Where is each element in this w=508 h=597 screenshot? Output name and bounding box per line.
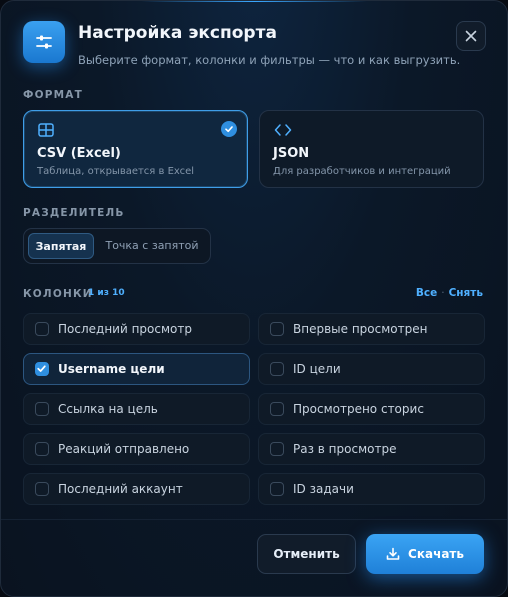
column-option[interactable]: Последний просмотр xyxy=(23,313,250,345)
checkbox-icon[interactable] xyxy=(270,402,284,416)
close-button[interactable] xyxy=(456,21,486,51)
format-section-label: ФОРМАТ xyxy=(23,89,83,101)
clear-all-link[interactable]: Снять xyxy=(449,287,483,299)
table-icon xyxy=(38,123,54,137)
download-icon xyxy=(386,547,400,560)
checkbox-icon[interactable] xyxy=(270,322,284,336)
checkbox-checked-icon[interactable] xyxy=(35,362,49,376)
download-button-label: Скачать xyxy=(408,547,464,561)
checkbox-icon[interactable] xyxy=(35,402,49,416)
columns-counter-badge: 1 из 10 xyxy=(88,288,125,298)
format-option-desc: Таблица, открывается в Excel xyxy=(37,166,195,177)
checkbox-icon[interactable] xyxy=(35,322,49,336)
checkbox-icon[interactable] xyxy=(270,442,284,456)
column-option-label: Просмотрено сторис xyxy=(293,402,424,416)
column-option-label: Реакций отправлено xyxy=(58,442,190,456)
column-option-label: Впервые просмотрен xyxy=(293,322,428,336)
checkbox-icon[interactable] xyxy=(35,482,49,496)
column-option-label: Последний аккаунт xyxy=(58,482,183,496)
cancel-button[interactable]: Отменить xyxy=(257,534,356,574)
separator-section-label: РАЗДЕЛИТЕЛЬ xyxy=(23,207,125,219)
code-icon xyxy=(274,124,292,136)
format-option-json[interactable]: JSON Для разработчиков и интеграций xyxy=(259,110,484,188)
column-option[interactable]: Username цели xyxy=(23,353,250,385)
separator-dot: · xyxy=(441,287,445,299)
footer-divider xyxy=(1,519,507,520)
separator-selector: Запятая Точка с запятой xyxy=(23,228,211,264)
column-option[interactable]: ID задачи xyxy=(258,473,485,505)
checkbox-icon[interactable] xyxy=(270,482,284,496)
column-option[interactable]: ID цели xyxy=(258,353,485,385)
format-option-name: JSON xyxy=(273,146,310,161)
format-option-desc: Для разработчиков и интеграций xyxy=(273,166,451,177)
column-option[interactable]: Впервые просмотрен xyxy=(258,313,485,345)
columns-section-label: КОЛОНКИ xyxy=(23,288,93,300)
top-glow-line xyxy=(141,1,367,2)
format-option-csv[interactable]: CSV (Excel) Таблица, открывается в Excel xyxy=(23,110,248,188)
checkbox-icon[interactable] xyxy=(35,442,49,456)
column-option-label: ID задачи xyxy=(293,482,354,496)
column-option[interactable]: Последний аккаунт xyxy=(23,473,250,505)
column-option-label: ID цели xyxy=(293,362,341,376)
selected-check-icon xyxy=(221,121,237,137)
column-option-label: Ссылка на цель xyxy=(58,402,158,416)
column-option-label: Username цели xyxy=(58,362,165,376)
format-option-name: CSV (Excel) xyxy=(37,146,121,161)
column-option[interactable]: Раз в просмотре xyxy=(258,433,485,465)
column-option-label: Последний просмотр xyxy=(58,322,192,336)
columns-actions: Все · Снять xyxy=(416,287,483,299)
column-option-label: Раз в просмотре xyxy=(293,442,397,456)
checkbox-icon[interactable] xyxy=(270,362,284,376)
select-all-link[interactable]: Все xyxy=(416,287,437,299)
dialog-title: Настройка экспорта xyxy=(78,23,277,43)
close-icon xyxy=(465,30,477,42)
column-option[interactable]: Реакций отправлено xyxy=(23,433,250,465)
column-option[interactable]: Просмотрено сторис xyxy=(258,393,485,425)
separator-option-semicolon[interactable]: Точка с запятой xyxy=(96,233,208,259)
column-option[interactable]: Ссылка на цель xyxy=(23,393,250,425)
separator-option-comma[interactable]: Запятая xyxy=(28,233,94,259)
export-settings-dialog: Настройка экспорта Выберите формат, коло… xyxy=(0,0,508,597)
dialog-subtitle: Выберите формат, колонки и фильтры — что… xyxy=(78,53,461,67)
download-button[interactable]: Скачать xyxy=(366,534,484,574)
sliders-icon xyxy=(23,21,65,63)
